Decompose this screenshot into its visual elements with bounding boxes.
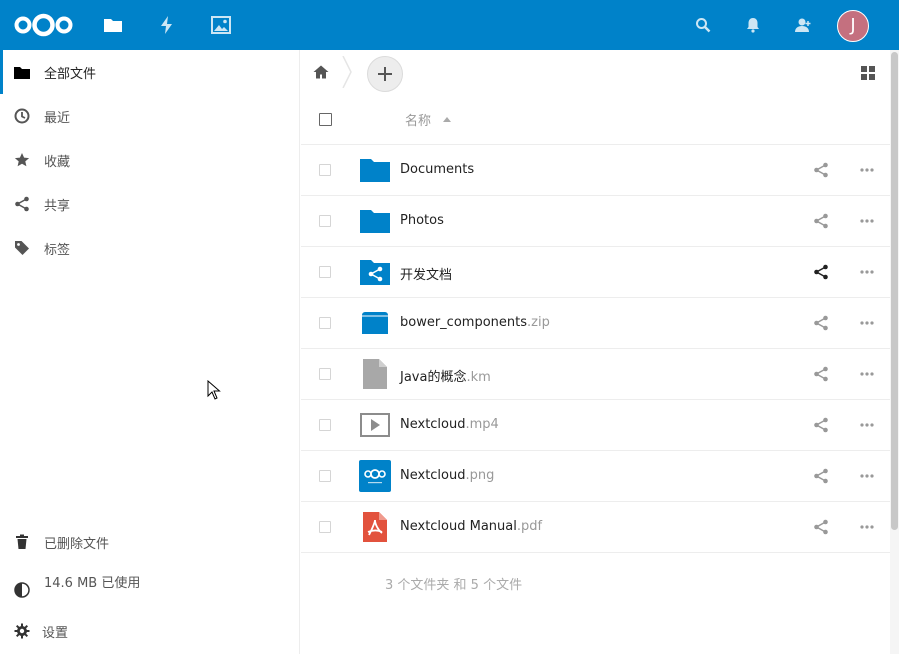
file-name[interactable]: 开发文档	[400, 264, 452, 283]
sidebar-item-label: 最近	[44, 110, 71, 126]
scrollbar-thumb[interactable]	[891, 52, 898, 530]
row-checkbox[interactable]	[319, 521, 331, 533]
sidebar-item-settings[interactable]: 设置	[0, 609, 299, 653]
document-file-icon	[359, 358, 391, 390]
video-file-icon	[359, 409, 391, 441]
more-actions-icon[interactable]	[859, 162, 875, 178]
sidebar-item-label: 已删除文件	[44, 536, 110, 552]
plus-icon	[378, 67, 392, 81]
sidebar-item-deleted-files[interactable]: 已删除文件	[0, 520, 299, 564]
top-header: J	[0, 0, 899, 50]
share-icon[interactable]	[813, 315, 829, 331]
star-icon	[13, 151, 31, 169]
file-name[interactable]: Nextcloud.png	[400, 468, 494, 483]
table-row[interactable]: Nextcloud Manual.pdf	[301, 502, 890, 553]
shared-status-icon[interactable]	[813, 264, 829, 280]
more-actions-icon[interactable]	[859, 366, 875, 382]
file-list: Documents Photos 开发文档 bower_components.z…	[301, 145, 890, 553]
activity-app-icon[interactable]	[155, 13, 179, 37]
new-file-button[interactable]	[367, 56, 403, 92]
tag-icon	[13, 239, 31, 257]
file-name[interactable]: Nextcloud.mp4	[400, 417, 499, 432]
app-navigation: 全部文件 最近 收藏 共享 标签 已删除文件 14.6 MB 已使用 设置	[0, 50, 300, 654]
select-all-checkbox[interactable]	[319, 113, 332, 126]
more-actions-icon[interactable]	[859, 417, 875, 433]
pdf-file-icon	[359, 511, 391, 543]
name-column-header[interactable]: 名称	[405, 110, 431, 129]
sidebar-item-label: 设置	[42, 625, 69, 641]
contacts-icon[interactable]	[793, 15, 813, 35]
quota-indicator[interactable]: 14.6 MB 已使用	[0, 564, 299, 608]
search-icon[interactable]	[693, 15, 713, 35]
gear-icon	[13, 622, 31, 640]
shared-folder-icon	[359, 256, 391, 288]
gallery-app-icon[interactable]	[209, 13, 233, 37]
quota-text: 14.6 MB 已使用	[44, 576, 141, 591]
table-row[interactable]: Photos	[301, 196, 890, 247]
sidebar-item-label: 全部文件	[44, 66, 97, 82]
share-icon[interactable]	[813, 468, 829, 484]
notifications-bell-icon[interactable]	[743, 15, 763, 35]
controls-bar	[301, 50, 899, 94]
file-summary: 3 个文件夹 和 5 个文件	[385, 578, 523, 593]
sort-ascending-icon[interactable]	[443, 117, 451, 122]
more-actions-icon[interactable]	[859, 468, 875, 484]
trash-icon	[13, 533, 31, 551]
row-checkbox[interactable]	[319, 266, 331, 278]
mouse-cursor-icon	[207, 380, 221, 400]
table-row[interactable]: Nextcloud.mp4	[301, 400, 890, 451]
home-icon[interactable]	[311, 62, 331, 82]
folder-icon	[13, 63, 31, 81]
share-icon	[13, 195, 31, 213]
breadcrumb-separator	[342, 56, 352, 88]
row-checkbox[interactable]	[319, 215, 331, 227]
more-actions-icon[interactable]	[859, 264, 875, 280]
nextcloud-logo[interactable]	[13, 13, 74, 37]
table-row[interactable]: bower_components.zip	[301, 298, 890, 349]
sidebar-item-recent[interactable]: 最近	[0, 94, 299, 138]
share-icon[interactable]	[813, 213, 829, 229]
share-icon[interactable]	[813, 366, 829, 382]
file-name[interactable]: Java的概念.km	[400, 366, 491, 385]
file-list-header: 名称	[301, 94, 890, 145]
folder-icon	[359, 205, 391, 237]
file-name[interactable]: Nextcloud Manual.pdf	[400, 519, 542, 534]
file-name[interactable]: Documents	[400, 162, 474, 177]
table-row[interactable]: Nextcloud.png	[301, 451, 890, 502]
row-checkbox[interactable]	[319, 368, 331, 380]
file-name[interactable]: bower_components.zip	[400, 315, 550, 330]
sidebar-item-favorites[interactable]: 收藏	[0, 138, 299, 182]
file-name[interactable]: Photos	[400, 213, 444, 228]
share-icon[interactable]	[813, 417, 829, 433]
folder-icon	[359, 154, 391, 186]
files-app-icon[interactable]	[101, 13, 125, 37]
table-row[interactable]: Documents	[301, 145, 890, 196]
sidebar-item-label: 共享	[44, 198, 71, 214]
more-actions-icon[interactable]	[859, 213, 875, 229]
grid-view-icon[interactable]	[860, 65, 876, 81]
archive-file-icon	[359, 307, 391, 339]
row-checkbox[interactable]	[319, 470, 331, 482]
more-actions-icon[interactable]	[859, 519, 875, 535]
share-icon[interactable]	[813, 519, 829, 535]
row-checkbox[interactable]	[319, 419, 331, 431]
sidebar-item-tags[interactable]: 标签	[0, 226, 299, 270]
table-row[interactable]: Java的概念.km	[301, 349, 890, 400]
sidebar-item-shares[interactable]: 共享	[0, 182, 299, 226]
quota-pie-icon	[13, 581, 31, 599]
clock-icon	[13, 107, 31, 125]
user-avatar[interactable]: J	[837, 10, 869, 42]
row-checkbox[interactable]	[319, 164, 331, 176]
share-icon[interactable]	[813, 162, 829, 178]
table-row[interactable]: 开发文档	[301, 247, 890, 298]
sidebar-item-label: 标签	[44, 242, 71, 258]
sidebar-item-label: 收藏	[44, 154, 71, 170]
row-checkbox[interactable]	[319, 317, 331, 329]
more-actions-icon[interactable]	[859, 315, 875, 331]
image-thumbnail-icon	[359, 460, 391, 492]
sidebar-item-all-files[interactable]: 全部文件	[0, 50, 299, 94]
